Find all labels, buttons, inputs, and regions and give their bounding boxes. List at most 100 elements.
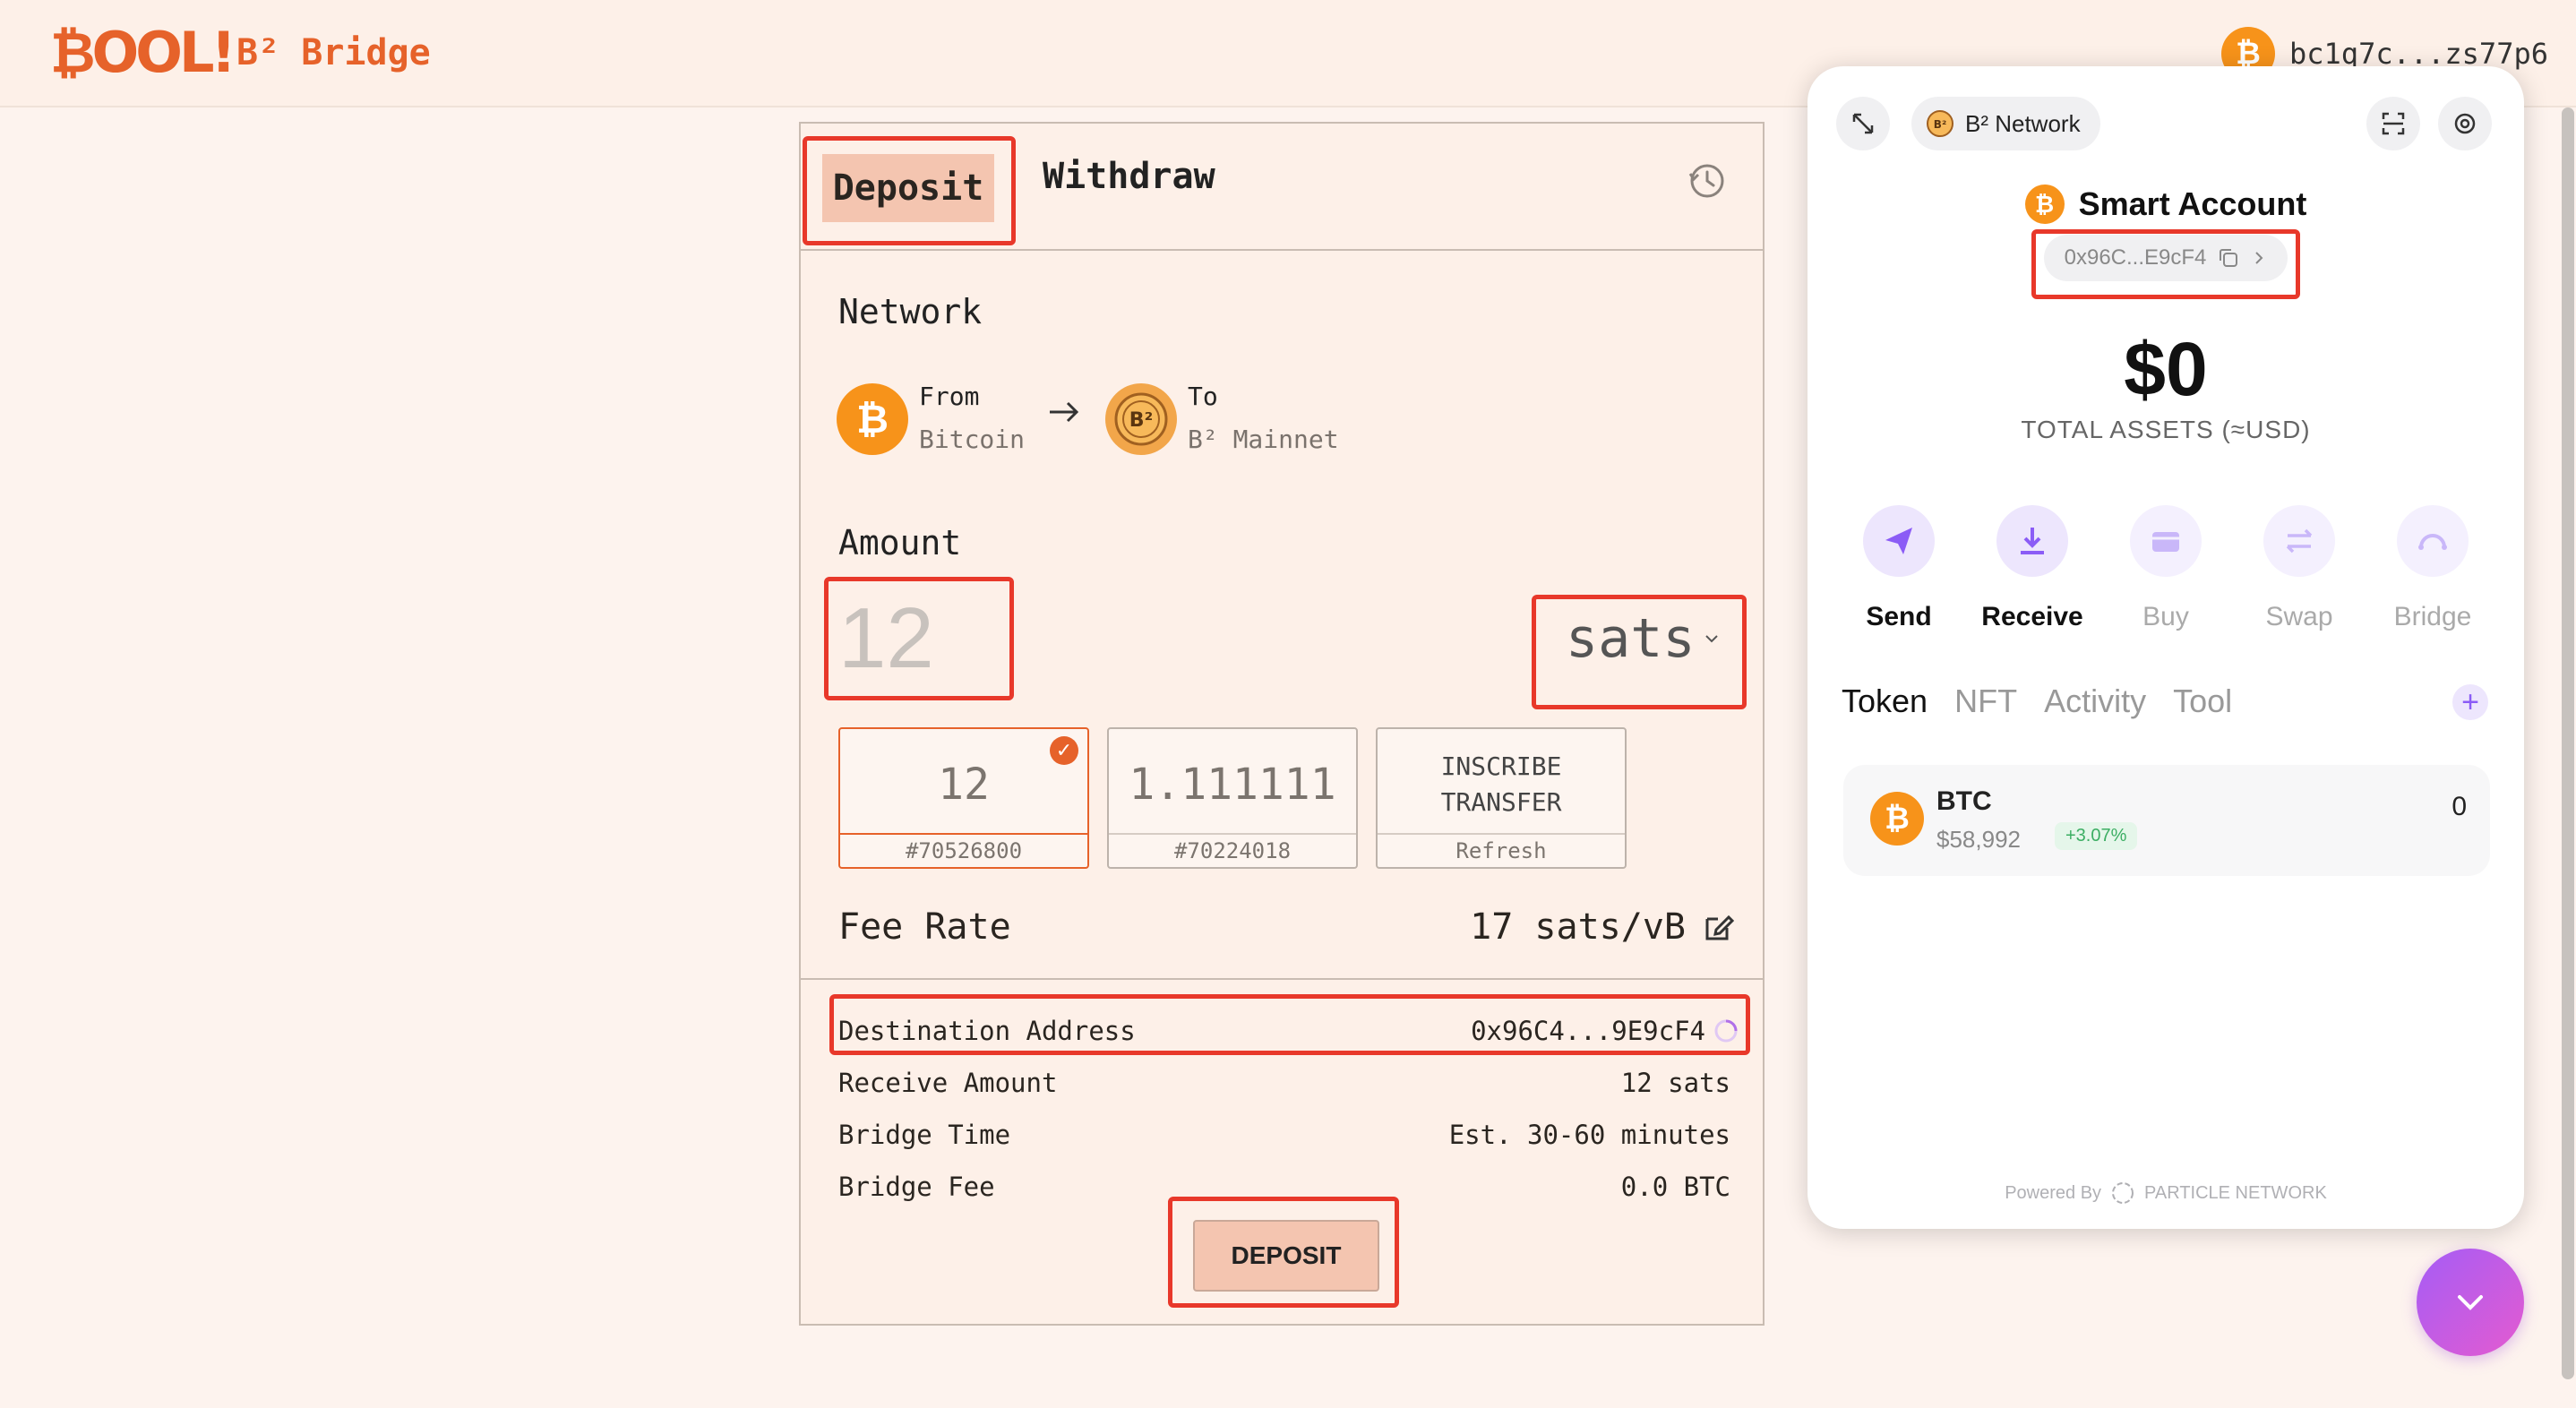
network-name: B² Network	[1965, 109, 2081, 137]
bridge-action[interactable]: Bridge	[2379, 505, 2486, 632]
bridge-label: Bridge	[2393, 602, 2472, 631]
unit-value: sats	[1566, 607, 1696, 670]
send-icon	[1863, 505, 1935, 577]
tab-deposit[interactable]: Deposit	[822, 154, 994, 222]
fee-rate-value-group: 17 sats/vB	[1470, 906, 1734, 948]
tab-withdraw[interactable]: Withdraw	[1043, 156, 1215, 197]
particle-logo-icon	[2112, 1182, 2134, 1204]
send-label: Send	[1866, 602, 1932, 631]
account-address: 0x96C...E9cF4	[2064, 245, 2207, 270]
bridge-card: Deposit Withdraw Network ₿ From Bitcoin …	[799, 122, 1765, 1326]
copy-icon[interactable]	[2217, 246, 2240, 270]
bridge-time-row: Bridge Time Est. 30-60 minutes	[838, 1120, 1730, 1159]
account-address-button[interactable]: 0x96C...E9cF4	[2044, 235, 2288, 281]
to-label: To	[1188, 382, 1218, 411]
tab-tool[interactable]: Tool	[2173, 683, 2232, 720]
token-symbol: BTC	[1936, 786, 1992, 816]
account-name: Smart Account	[2078, 185, 2307, 222]
fee-rate-row: Fee Rate 17 sats/vB	[838, 906, 1734, 960]
bitcoin-icon: ₿	[1870, 792, 1924, 846]
svg-text:B²: B²	[1934, 118, 1946, 131]
collapse-wallet-button[interactable]	[2417, 1249, 2524, 1356]
to-network: B² Mainnet	[1188, 425, 1339, 454]
loading-spinner-icon	[1714, 1019, 1738, 1043]
bool-logo[interactable]: ₿OOL!	[50, 20, 229, 82]
powered-by-label: Powered By	[2005, 1182, 2102, 1203]
from-label: From	[919, 382, 980, 411]
bridge-title: B² Bridge	[236, 32, 431, 73]
buy-label: Buy	[2142, 602, 2189, 631]
destination-address-row: Destination Address 0x96C4...9E9cF4	[838, 1016, 1738, 1055]
send-action[interactable]: Send	[1845, 505, 1953, 632]
unit-select[interactable]: sats	[1566, 607, 1721, 670]
swap-label: Swap	[2265, 602, 2333, 631]
bridge-time-value: Est. 30-60 minutes	[1448, 1120, 1730, 1150]
svg-text:₿OOL!: ₿OOL!	[50, 20, 229, 82]
destination-address-group: 0x96C4...9E9cF4	[1471, 1016, 1739, 1046]
scan-icon[interactable]	[2366, 97, 2420, 150]
add-token-button[interactable]: +	[2452, 684, 2488, 720]
account-name-row: ₿ Smart Account	[1807, 185, 2524, 224]
utxo-card-2[interactable]: 1.111111 #70224018	[1107, 727, 1358, 869]
fee-rate-label: Fee Rate	[838, 906, 1011, 948]
total-balance: $0	[2124, 327, 2208, 411]
settings-icon[interactable]	[2438, 97, 2492, 150]
bridge-time-label: Bridge Time	[838, 1120, 1011, 1150]
download-icon	[1996, 505, 2068, 577]
amount-input[interactable]: 12	[838, 589, 934, 688]
fee-rate-value: 17 sats/vB	[1470, 906, 1686, 948]
card-icon	[2130, 505, 2202, 577]
bridge-icon	[2397, 505, 2469, 577]
bitcoin-network-icon: ₿	[837, 383, 908, 455]
wallet-tabs: Token NFT Activity Tool	[1842, 683, 2232, 720]
wallet-panel: B² B² Network ₿ Smart Account 0x96C...E9…	[1807, 66, 2524, 1229]
token-balance: 0	[2451, 792, 2467, 821]
bridge-fee-row: Bridge Fee 0.0 BTC	[838, 1172, 1730, 1211]
scrollbar[interactable]	[2562, 107, 2574, 1379]
receive-amount-value: 12 sats	[1620, 1068, 1730, 1098]
token-price: $58,992	[1936, 826, 2021, 853]
bool-logo-icon: ₿OOL!	[50, 20, 229, 82]
receive-amount-row: Receive Amount 12 sats	[838, 1068, 1730, 1107]
swap-action[interactable]: Swap	[2245, 505, 2353, 632]
edit-icon[interactable]	[1704, 912, 1734, 942]
from-network: Bitcoin	[919, 425, 1026, 454]
chevron-down-icon	[1704, 635, 1718, 643]
bridge-fee-label: Bridge Fee	[838, 1172, 995, 1202]
tab-activity[interactable]: Activity	[2044, 683, 2146, 720]
network-selector[interactable]: B² B² Network	[1911, 97, 2100, 150]
inscribe-transfer-label: INSCRIBE TRANSFER	[1440, 751, 1562, 817]
utxo-card-inscribe[interactable]: INSCRIBE TRANSFER Refresh	[1376, 727, 1627, 869]
b2-network-icon: B²	[1927, 110, 1953, 137]
network-title: Network	[838, 292, 983, 331]
total-assets-caption: TOTAL ASSETS (≈USD)	[2021, 416, 2311, 443]
check-icon: ✓	[1050, 736, 1078, 765]
utxo-card-1[interactable]: 12 ✓ #70526800	[838, 727, 1089, 869]
powered-by-brand: PARTICLE NETWORK	[2144, 1182, 2327, 1203]
bitcoin-icon: ₿	[2024, 185, 2065, 224]
svg-text:B²: B²	[1129, 409, 1153, 432]
refresh-label[interactable]: Refresh	[1378, 833, 1625, 867]
utxo-id: #70224018	[1109, 833, 1356, 867]
bridge-tabs: Deposit Withdraw	[801, 124, 1763, 251]
destination-address-label: Destination Address	[838, 1016, 1136, 1046]
receive-label: Receive	[1981, 602, 2083, 631]
b2-network-icon: B²	[1105, 383, 1177, 455]
receive-amount-label: Receive Amount	[838, 1068, 1058, 1098]
history-icon[interactable]	[1687, 161, 1727, 201]
tab-nft[interactable]: NFT	[1954, 683, 2017, 720]
powered-by-footer: Powered By PARTICLE NETWORK	[1807, 1180, 2524, 1206]
buy-action[interactable]: Buy	[2112, 505, 2220, 632]
swap-icon	[2263, 505, 2335, 577]
divider	[801, 978, 1763, 980]
expand-icon[interactable]	[1836, 97, 1890, 150]
deposit-button[interactable]: DEPOSIT	[1193, 1220, 1379, 1292]
tab-token[interactable]: Token	[1842, 683, 1928, 720]
arrow-right-icon	[1050, 401, 1079, 423]
amount-title: Amount	[838, 523, 962, 562]
utxo-id: #70526800	[840, 833, 1087, 867]
bridge-fee-value: 0.0 BTC	[1620, 1172, 1730, 1202]
chevron-down-icon	[2458, 1295, 2483, 1310]
receive-action[interactable]: Receive	[1979, 505, 2086, 632]
token-row-btc[interactable]: ₿ BTC $58,992 +3.07% 0	[1843, 765, 2490, 876]
